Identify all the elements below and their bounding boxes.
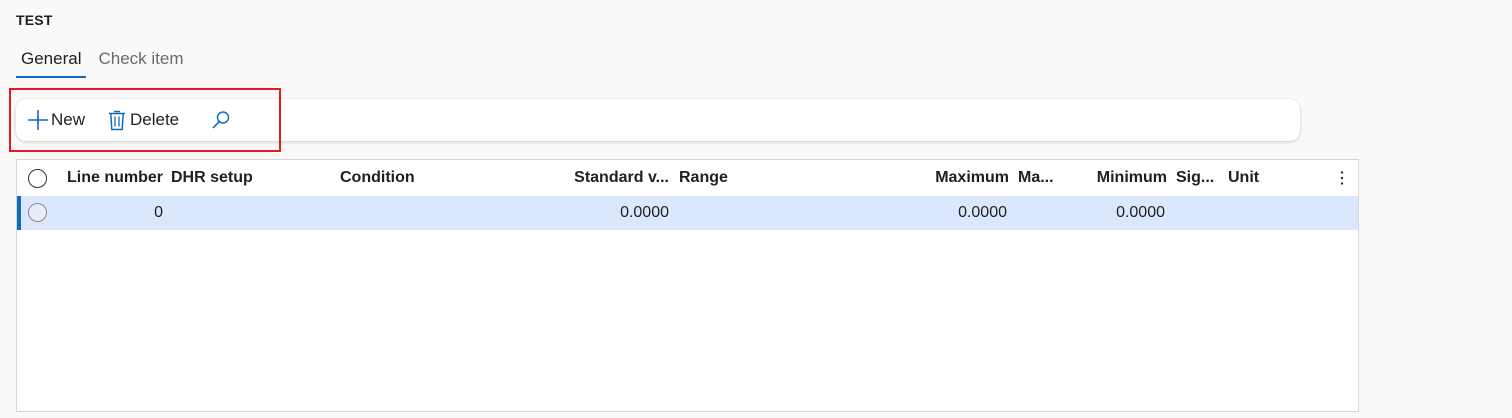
action-toolbar: New Delete <box>16 99 1300 141</box>
cell-minimum: 0.0000 <box>1116 204 1165 221</box>
cell-range <box>679 196 799 230</box>
col-header-maximum[interactable]: Maximum <box>897 160 1009 196</box>
col-header-minimum[interactable]: Minimum <box>1077 160 1167 196</box>
delete-button[interactable]: Delete <box>108 99 179 141</box>
more-vertical-icon[interactable] <box>1334 169 1350 187</box>
page-title: TEST <box>16 12 53 28</box>
cell-line-number: 0 <box>154 204 163 221</box>
cell-standard-value: 0.0000 <box>620 204 669 221</box>
col-header-standard-value[interactable]: Standard v... <box>557 160 669 196</box>
col-header-line-number[interactable]: Line number <box>67 160 167 196</box>
cell-ma <box>1018 196 1068 230</box>
table-row[interactable]: 0 0.0000 0.0000 0.0000 <box>17 196 1358 230</box>
cell-dhr-setup <box>171 196 321 230</box>
select-all-radio[interactable] <box>28 169 47 188</box>
col-header-unit[interactable]: Unit <box>1228 160 1288 196</box>
grid-header: Line number DHR setup Condition Standard… <box>17 160 1358 196</box>
new-button-label: New <box>51 110 86 129</box>
plus-icon <box>26 108 50 132</box>
col-header-sig[interactable]: Sig... <box>1176 160 1221 196</box>
tab-general[interactable]: General <box>16 46 87 78</box>
row-select-radio[interactable] <box>28 203 47 222</box>
cell-sig <box>1176 196 1221 230</box>
new-button[interactable]: New <box>26 99 85 141</box>
delete-button-label: Delete <box>130 110 180 129</box>
cell-unit <box>1228 196 1288 230</box>
cell-condition <box>340 196 490 230</box>
search-button[interactable] <box>210 99 232 141</box>
tab-bar: General Check item <box>16 46 196 80</box>
cell-maximum: 0.0000 <box>958 204 1007 221</box>
col-header-ma[interactable]: Ma... <box>1018 160 1068 196</box>
trash-icon <box>108 109 126 131</box>
col-header-range[interactable]: Range <box>679 160 799 196</box>
col-header-dhr-setup[interactable]: DHR setup <box>171 160 321 196</box>
search-icon <box>210 109 232 131</box>
tab-check-item[interactable]: Check item <box>93 46 188 78</box>
data-grid: Line number DHR setup Condition Standard… <box>16 159 1359 412</box>
col-header-condition[interactable]: Condition <box>340 160 490 196</box>
